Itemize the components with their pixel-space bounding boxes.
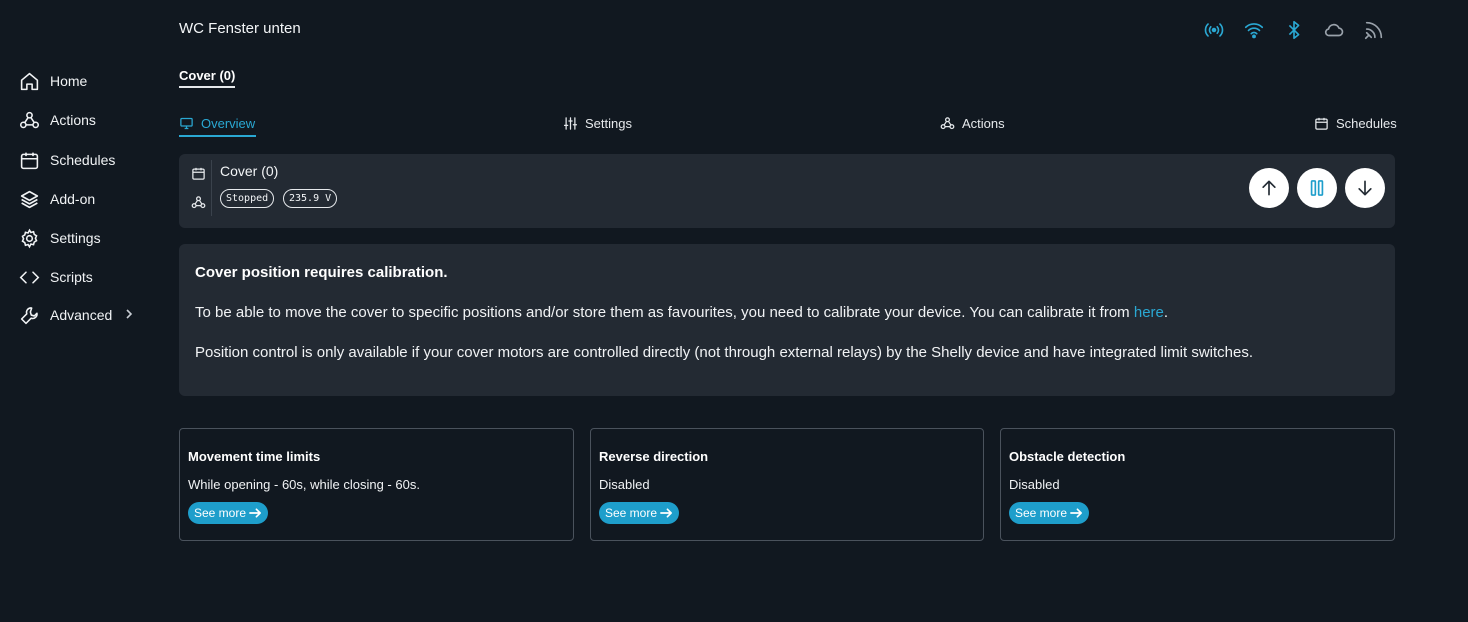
notice-paragraph: Position control is only available if yo…	[195, 344, 1254, 361]
cloud-icon[interactable]	[1323, 19, 1345, 41]
card-value: Disabled	[599, 477, 650, 492]
tab-schedules[interactable]: Schedules	[1314, 114, 1397, 132]
see-more-button[interactable]: See more	[599, 502, 680, 524]
tab-label: Schedules	[1336, 115, 1397, 131]
arrow-up-icon	[1262, 180, 1276, 196]
sidebar-item-label: Home	[50, 73, 88, 89]
tab-settings[interactable]: Settings	[563, 114, 632, 132]
pause-icon	[1310, 180, 1324, 196]
sidebar-item-home[interactable]: Home	[19, 69, 149, 93]
tab-overview[interactable]: Overview	[179, 114, 255, 132]
broadcast-icon[interactable]	[1203, 19, 1225, 41]
tab-label: Overview	[201, 115, 256, 131]
sidebar: Home Actions Schedules Add-on Settings S…	[0, 0, 160, 622]
cover-panel: Cover (0) Stopped 235.9 V	[179, 154, 1395, 228]
calendar-icon	[20, 152, 39, 169]
sidebar-item-label: Scripts	[50, 269, 93, 285]
see-more-button[interactable]: See more	[188, 502, 269, 524]
sidebar-item-scripts[interactable]: Scripts	[19, 265, 149, 289]
sidebar-item-label: Add-on	[50, 191, 96, 207]
calibration-notice: Cover position requires calibration. To …	[179, 244, 1395, 396]
tab-actions[interactable]: Actions	[940, 114, 1005, 132]
sidebar-item-schedules[interactable]: Schedules	[19, 148, 149, 172]
sidebar-item-add-on[interactable]: Add-on	[19, 187, 149, 211]
arrow-right-icon	[1070, 508, 1083, 518]
wifi-icon[interactable]	[1243, 19, 1265, 41]
card-value: Disabled	[1009, 477, 1060, 492]
sidebar-item-actions[interactable]: Actions	[19, 108, 149, 132]
button-label: See more	[194, 506, 247, 520]
calendar-icon	[1315, 117, 1328, 130]
cover-name: Cover (0)	[220, 163, 279, 179]
notice-title: Cover position requires calibration.	[195, 264, 448, 281]
status-icons	[1203, 19, 1385, 41]
monitor-icon	[180, 117, 193, 129]
status-badge: Stopped	[220, 189, 275, 208]
actions-icon[interactable]	[191, 195, 206, 210]
notice-paragraph: To be able to move the cover to specific…	[195, 304, 1168, 321]
card-reverse-direction: Reverse direction Disabled See more	[590, 428, 984, 541]
sidebar-item-label: Advanced	[50, 307, 113, 323]
home-icon	[20, 72, 39, 90]
divider	[211, 160, 212, 216]
arrow-down-icon	[1358, 180, 1372, 196]
sidebar-item-advanced[interactable]: Advanced	[19, 303, 149, 327]
arrow-right-icon	[249, 508, 262, 518]
see-more-button[interactable]: See more	[1009, 502, 1090, 524]
rss-icon[interactable]	[1363, 19, 1385, 41]
stop-button[interactable]	[1297, 168, 1337, 208]
device-title: WC Fenster unten	[179, 20, 301, 37]
tab-label: Actions	[962, 115, 1005, 131]
sidebar-item-settings[interactable]: Settings	[19, 226, 149, 250]
code-icon	[19, 270, 40, 284]
card-title: Movement time limits	[188, 449, 321, 464]
notice-text: To be able to move the cover to specific…	[195, 304, 1134, 321]
sidebar-item-label: Schedules	[50, 152, 116, 168]
sidebar-item-label: Settings	[50, 230, 101, 246]
sidebar-item-label: Actions	[50, 112, 96, 128]
bluetooth-icon[interactable]	[1283, 19, 1305, 41]
arrow-right-icon	[660, 508, 673, 518]
card-movement-time-limits: Movement time limits While opening - 60s…	[179, 428, 574, 541]
chevron-right-icon	[126, 309, 133, 319]
tab-cover-0[interactable]: Cover (0)	[179, 68, 236, 88]
card-title: Reverse direction	[599, 449, 709, 464]
notice-text-end: .	[1163, 304, 1169, 321]
voltage-badge: 235.9 V	[283, 189, 338, 208]
close-button[interactable]	[1345, 168, 1385, 208]
card-obstacle-detection: Obstacle detection Disabled See more	[1000, 428, 1395, 541]
open-button[interactable]	[1249, 168, 1289, 208]
cover-side-icons	[191, 166, 207, 224]
button-label: See more	[1015, 506, 1068, 520]
button-label: See more	[605, 506, 658, 520]
gear-icon	[21, 228, 38, 248]
layers-icon	[20, 190, 39, 208]
actions-icon	[940, 116, 955, 129]
wrench-icon	[20, 306, 38, 324]
card-title: Obstacle detection	[1009, 449, 1126, 464]
actions-icon	[19, 111, 40, 128]
calibrate-link[interactable]: here	[1134, 304, 1164, 321]
tab-label: Settings	[585, 115, 632, 131]
card-value: While opening - 60s, while closing - 60s…	[188, 477, 420, 492]
calendar-icon[interactable]	[191, 166, 206, 181]
sliders-icon	[563, 116, 578, 130]
active-tab-indicator	[179, 135, 256, 137]
